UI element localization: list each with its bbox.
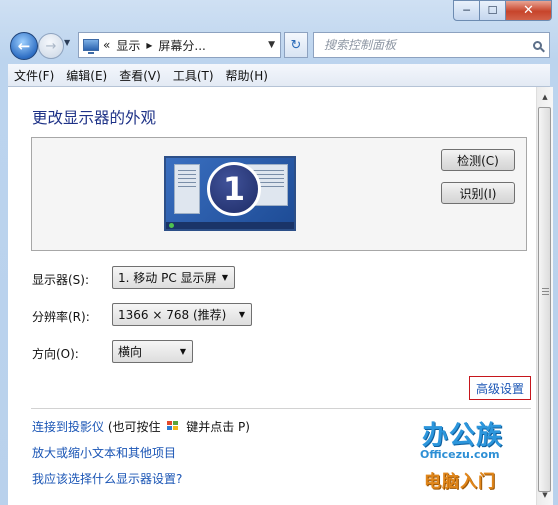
breadcrumb-screen-resolution[interactable]: 屏幕分... [158,37,205,54]
chevron-down-icon: ▼ [238,310,245,319]
projector-row: 连接到投影仪 (也可按住 键并点击 P) [32,418,250,435]
back-arrow-icon: ← [17,37,31,55]
preview-taskbar [166,222,294,229]
orientation-select[interactable]: 横向 ▼ [112,340,193,363]
display-select[interactable]: 1. 移动 PC 显示屏 ▼ [112,266,235,289]
chevron-down-icon: ▼ [179,347,186,356]
vertical-scrollbar[interactable]: ▲ ▼ [536,87,553,505]
which-settings-link[interactable]: 我应该选择什么显示器设置? [32,470,182,487]
address-prefix: « [103,38,111,52]
caption-buttons: ─ ☐ ✕ [453,0,552,21]
menu-view[interactable]: 查看(V) [113,67,167,84]
breadcrumb-separator-icon[interactable]: ▸ [146,38,152,52]
watermark-subtitle: 电脑入门 [424,472,496,492]
address-bar[interactable]: « 显示 ▸ 屏幕分... ▼ [78,32,281,58]
navigation-bar: ← → ▼ « 显示 ▸ 屏幕分... ▼ ↻ [0,28,558,62]
display-monitor-icon [83,39,99,54]
address-dropdown-icon[interactable]: ▼ [268,40,275,50]
scroll-up-icon[interactable]: ▲ [537,89,553,105]
page-title: 更改显示器的外观 [32,109,157,127]
display-label: 显示器(S): [32,273,90,287]
orientation-select-value: 横向 [118,345,143,359]
search-box[interactable] [313,32,550,58]
resolution-select-value: 1366 × 768 (推荐) [118,308,227,322]
refresh-icon: ↻ [290,37,302,53]
control-panel-window: ─ ☐ ✕ ← → ▼ « 显示 ▸ 屏幕分... ▼ ↻ 文件(F) 编辑(E… [0,0,558,505]
monitor-number-badge: 1 [207,162,261,216]
resolution-select[interactable]: 1366 × 768 (推荐) ▼ [112,303,252,326]
thumb-grip-icon [542,288,549,296]
resolution-label: 分辨率(R): [32,310,90,324]
advanced-settings-link[interactable]: 高级设置 [469,376,531,400]
search-icon[interactable] [533,40,542,50]
forward-arrow-icon: → [45,38,57,54]
minimize-button[interactable]: ─ [453,0,480,21]
watermark-url: Officezu.com [420,448,500,461]
identify-button[interactable]: 识别(I) [441,182,515,204]
windows-logo-icon [167,421,179,432]
projector-hint-prefix: (也可按住 [107,420,161,434]
menu-bar: 文件(F) 编辑(E) 查看(V) 工具(T) 帮助(H) [8,64,550,87]
chevron-down-icon: ▼ [221,273,228,282]
menu-help[interactable]: 帮助(H) [220,67,274,84]
menu-edit[interactable]: 编辑(E) [60,67,113,84]
monitor-preview-area: 1 检测(C) 识别(I) [31,137,527,251]
recent-pages-dropdown-icon[interactable]: ▼ [64,38,70,47]
back-button[interactable]: ← [10,32,38,60]
content-pane: 更改显示器的外观 1 检测(C) 识别(I) 显示器(S): 1. 移动 PC … [8,87,536,505]
preview-start-icon [169,223,174,228]
search-input[interactable] [322,37,526,53]
projector-hint-suffix: 键并点击 P) [186,420,250,434]
preview-window-left [174,164,200,214]
close-button[interactable]: ✕ [506,0,552,21]
menu-file[interactable]: 文件(F) [8,67,60,84]
scrollbar-thumb[interactable] [538,107,551,492]
connect-projector-link[interactable]: 连接到投影仪 [32,420,104,434]
display-select-value: 1. 移动 PC 显示屏 [118,271,217,285]
detect-button[interactable]: 检测(C) [441,149,515,171]
menu-tools[interactable]: 工具(T) [167,67,220,84]
monitor-1-thumbnail[interactable]: 1 [164,156,296,231]
refresh-button[interactable]: ↻ [284,32,308,58]
watermark-title: 办公族 [422,421,504,451]
orientation-label: 方向(O): [32,347,79,361]
forward-button[interactable]: → [38,33,64,59]
maximize-button[interactable]: ☐ [480,0,506,21]
text-size-link[interactable]: 放大或缩小文本和其他项目 [32,444,176,461]
watermark-logo: 办公族 Officezu.com 电脑入门 [400,407,520,497]
breadcrumb-display[interactable]: 显示 [116,37,140,54]
scroll-down-icon[interactable]: ▼ [537,487,553,503]
